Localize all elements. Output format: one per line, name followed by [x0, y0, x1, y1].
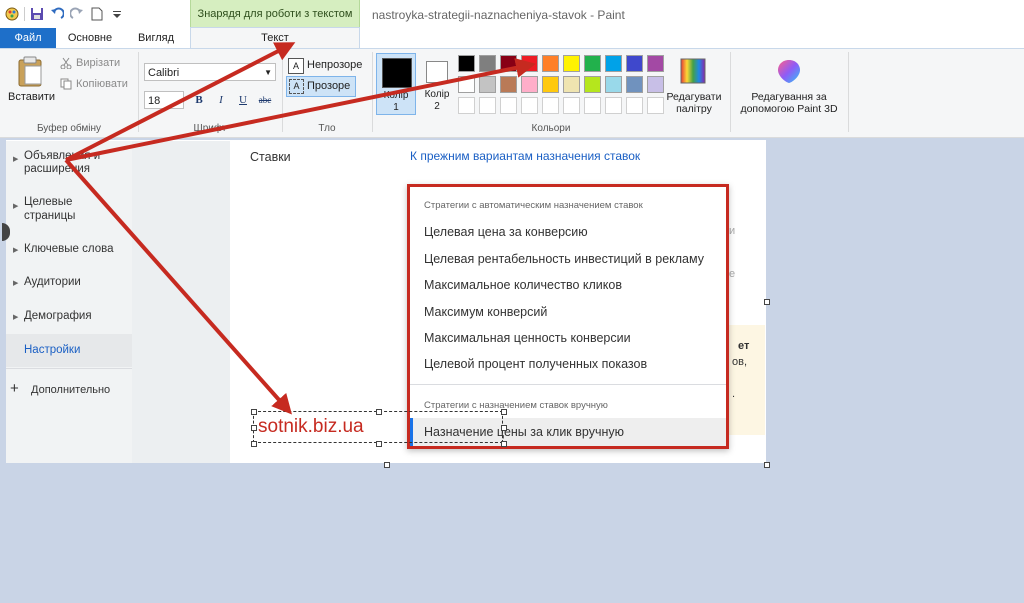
arrow-to-text-tab	[65, 42, 296, 162]
arrow-to-red-color	[65, 58, 536, 162]
annotation-arrows	[64, 42, 536, 415]
arrow-to-watermark	[64, 158, 292, 415]
